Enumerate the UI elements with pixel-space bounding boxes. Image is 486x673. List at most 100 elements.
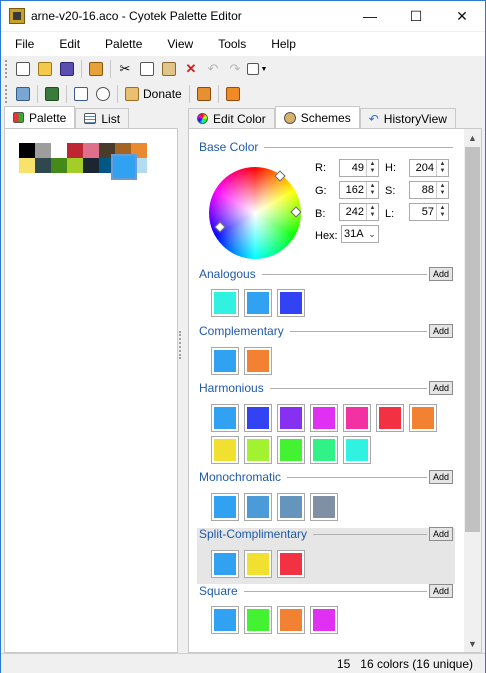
- monochromatic-swatch[interactable]: [310, 493, 338, 521]
- palette-swatch[interactable]: [19, 143, 35, 158]
- scrollbar-thumb[interactable]: [465, 147, 480, 532]
- palette-swatch[interactable]: [51, 143, 67, 158]
- split-swatch[interactable]: [277, 550, 305, 578]
- h-spinner[interactable]: ▲ ▼: [436, 160, 448, 176]
- harmonious-add-button[interactable]: Add: [429, 381, 453, 395]
- paste-dropdown-icon[interactable]: ▼: [246, 58, 268, 80]
- palette-view[interactable]: [4, 128, 178, 653]
- minimize-button[interactable]: —: [347, 1, 393, 31]
- b-input[interactable]: 242 ▲ ▼: [339, 203, 379, 221]
- copy-icon[interactable]: [136, 58, 158, 80]
- snap-icon[interactable]: [70, 83, 92, 105]
- new-icon[interactable]: [12, 58, 34, 80]
- square-swatch[interactable]: [277, 606, 305, 634]
- panel-splitter[interactable]: [179, 331, 183, 359]
- split-swatch[interactable]: [244, 550, 272, 578]
- harmonious-swatch[interactable]: [211, 436, 239, 464]
- l-spinner[interactable]: ▲ ▼: [436, 204, 448, 220]
- menu-view[interactable]: View: [153, 37, 204, 51]
- split-swatch[interactable]: [211, 550, 239, 578]
- monochromatic-swatch[interactable]: [277, 493, 305, 521]
- harmonious-swatch[interactable]: [277, 404, 305, 432]
- rss-icon[interactable]: [222, 83, 244, 105]
- harmonious-swatch[interactable]: [244, 404, 272, 432]
- tab-palette[interactable]: Palette: [4, 106, 76, 128]
- palette-swatch[interactable]: [35, 143, 51, 158]
- add-color-icon[interactable]: [41, 83, 63, 105]
- r-input[interactable]: 49 ▲ ▼: [339, 159, 379, 177]
- tab-list[interactable]: List: [75, 108, 130, 128]
- vertical-scrollbar[interactable]: ▲ ▼: [464, 129, 481, 652]
- harmonious-swatch[interactable]: [376, 404, 404, 432]
- square-swatch[interactable]: [310, 606, 338, 634]
- h-input[interactable]: 204 ▲ ▼: [409, 159, 449, 177]
- menu-tools[interactable]: Tools: [204, 37, 257, 51]
- g-input[interactable]: 162 ▲ ▼: [339, 181, 379, 199]
- analogous-swatch[interactable]: [277, 289, 305, 317]
- square-swatch[interactable]: [244, 606, 272, 634]
- monochromatic-swatch[interactable]: [244, 493, 272, 521]
- color-wheel[interactable]: [209, 167, 301, 259]
- palette-swatch[interactable]: [35, 158, 51, 173]
- monochromatic-add-button[interactable]: Add: [429, 470, 453, 484]
- tab-edit-color[interactable]: Edit Color: [188, 108, 275, 128]
- harmonious-swatch[interactable]: [211, 404, 239, 432]
- undo-icon[interactable]: ↶: [202, 58, 224, 80]
- harmonious-swatch[interactable]: [244, 436, 272, 464]
- toolbar-grip[interactable]: [5, 60, 8, 78]
- split-add-button[interactable]: Add: [429, 527, 453, 541]
- maximize-button[interactable]: ☐: [393, 1, 439, 31]
- cut-icon[interactable]: ✂: [114, 58, 136, 80]
- complementary-add-button[interactable]: Add: [429, 324, 453, 338]
- harmonious-swatch[interactable]: [409, 404, 437, 432]
- complementary-swatch[interactable]: [244, 347, 272, 375]
- harmonious-swatch[interactable]: [343, 404, 371, 432]
- harmonious-swatch[interactable]: [277, 436, 305, 464]
- palette-properties-icon[interactable]: [85, 58, 107, 80]
- complementary-swatch[interactable]: [211, 347, 239, 375]
- delete-icon[interactable]: ✕: [180, 58, 202, 80]
- tab-history[interactable]: ↶ HistoryView: [359, 108, 456, 128]
- g-spinner[interactable]: ▲ ▼: [366, 182, 378, 198]
- menu-palette[interactable]: Palette: [91, 37, 153, 51]
- menu-file[interactable]: File: [1, 37, 45, 51]
- analogous-swatch[interactable]: [244, 289, 272, 317]
- open-icon[interactable]: [34, 58, 56, 80]
- film-icon[interactable]: [193, 83, 215, 105]
- palette-swatch[interactable]: [83, 143, 99, 158]
- analogous-swatch[interactable]: [211, 289, 239, 317]
- toolbar-grip[interactable]: [5, 85, 8, 103]
- r-spinner[interactable]: ▲ ▼: [366, 160, 378, 176]
- harmonious-swatch[interactable]: [310, 404, 338, 432]
- donate-button[interactable]: Donate: [121, 83, 186, 105]
- square-add-button[interactable]: Add: [429, 584, 453, 598]
- tab-schemes[interactable]: Schemes: [274, 106, 360, 128]
- palette-swatch[interactable]: [19, 158, 35, 173]
- monochromatic-swatch[interactable]: [211, 493, 239, 521]
- save-icon[interactable]: [56, 58, 78, 80]
- palette-swatch[interactable]: [67, 143, 83, 158]
- harmonious-swatch[interactable]: [310, 436, 338, 464]
- s-spinner[interactable]: ▲ ▼: [436, 182, 448, 198]
- harmonious-swatch[interactable]: [343, 436, 371, 464]
- palette-swatch[interactable]: [67, 158, 83, 173]
- close-button[interactable]: ✕: [439, 1, 485, 31]
- palette-swatch[interactable]: [51, 158, 67, 173]
- redo-icon[interactable]: ↷: [224, 58, 246, 80]
- square-swatch[interactable]: [211, 606, 239, 634]
- s-input[interactable]: 88 ▲ ▼: [409, 181, 449, 199]
- scroll-up-icon[interactable]: ▲: [464, 129, 481, 146]
- palette-swatch[interactable]: [83, 158, 99, 173]
- hex-dropdown-icon[interactable]: ⌄: [366, 226, 378, 242]
- menu-edit[interactable]: Edit: [45, 37, 91, 51]
- menu-help[interactable]: Help: [257, 37, 307, 51]
- screen-picker-icon[interactable]: [12, 83, 34, 105]
- scroll-down-icon[interactable]: ▼: [464, 635, 481, 652]
- palette-swatch[interactable]: [111, 154, 137, 180]
- paste-icon[interactable]: [158, 58, 180, 80]
- b-spinner[interactable]: ▲ ▼: [366, 204, 378, 220]
- analogous-add-button[interactable]: Add: [429, 267, 453, 281]
- zoom-icon[interactable]: [92, 83, 114, 105]
- l-input[interactable]: 57 ▲ ▼: [409, 203, 449, 221]
- hex-input[interactable]: 31A ⌄: [341, 225, 379, 243]
